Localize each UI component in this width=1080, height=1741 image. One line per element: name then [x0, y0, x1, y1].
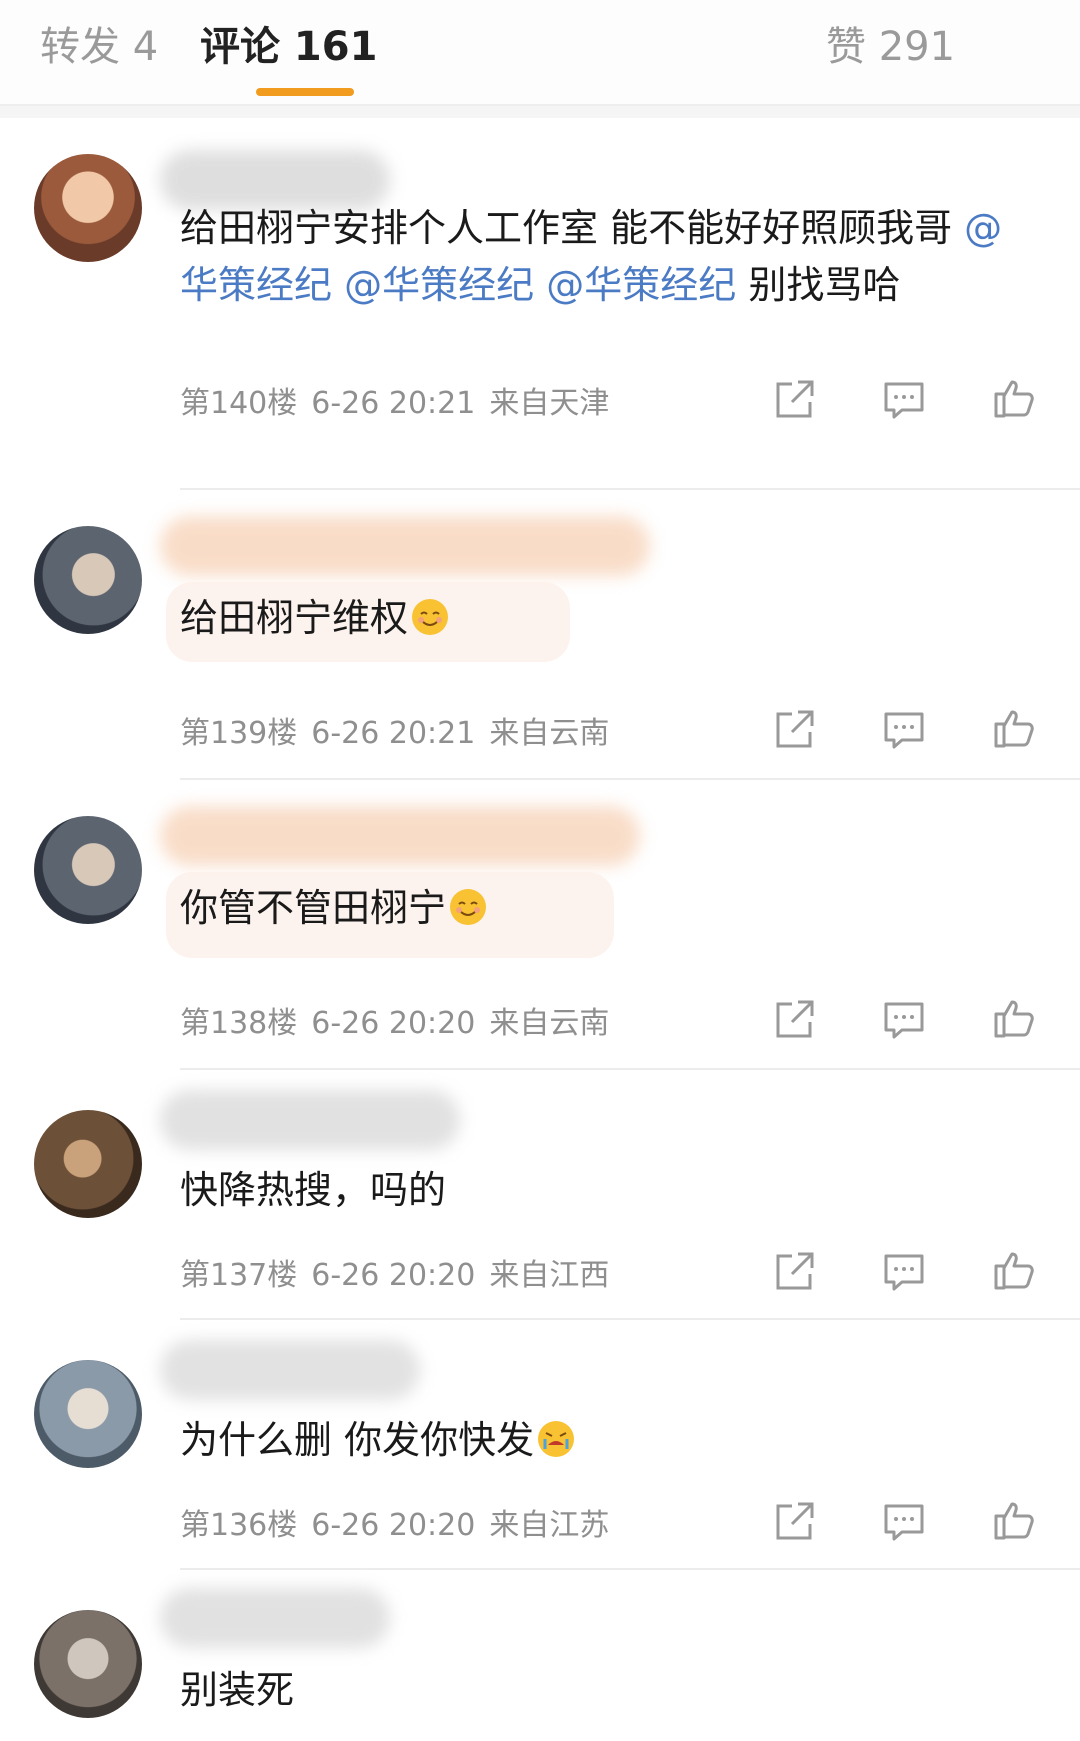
comment-meta: 第138楼 6-26 20:20 来自云南 — [180, 998, 623, 1042]
comment-text: 你管不管田栩宁 — [180, 880, 1040, 937]
avatar[interactable] — [34, 1110, 142, 1218]
smiling-face-emoji — [450, 889, 487, 925]
comment-text: 快降热搜，吗的 — [180, 1168, 447, 1212]
comment-tabs-bar: 转发 4 评论 161 赞 291 — [0, 0, 1080, 106]
location: 来自云南 — [489, 716, 610, 751]
location: 来自江苏 — [489, 1508, 610, 1543]
comment-text: 别装死 — [180, 1668, 295, 1712]
comment-meta: 第136楼 6-26 20:20 来自江苏 — [180, 1500, 623, 1544]
avatar[interactable] — [34, 1610, 142, 1718]
like-icon[interactable] — [990, 1496, 1038, 1544]
tab-comments[interactable]: 评论 161 — [200, 14, 377, 72]
share-icon[interactable] — [770, 1498, 818, 1546]
smiling-face-emoji — [412, 599, 449, 635]
location: 来自江西 — [489, 1258, 610, 1293]
reply-icon[interactable] — [880, 1498, 928, 1546]
floor-number: 第139楼 — [180, 716, 298, 751]
tab-likes[interactable]: 赞 291 — [826, 14, 955, 72]
timestamp: 6-26 20:21 — [311, 386, 476, 421]
crying-face-emoji — [538, 1421, 575, 1457]
comment-meta: 第139楼 6-26 20:21 来自云南 — [180, 708, 623, 752]
reply-icon[interactable] — [880, 1248, 928, 1296]
divider — [180, 488, 1080, 490]
share-icon[interactable] — [770, 706, 818, 754]
username-blurred[interactable] — [160, 1090, 460, 1150]
timestamp: 6-26 20:20 — [311, 1508, 476, 1543]
username-blurred[interactable] — [160, 1340, 420, 1400]
comment-meta: 第137楼 6-26 20:20 来自江西 — [180, 1250, 623, 1294]
comment-meta: 第140楼 6-26 20:21 来自天津 — [180, 378, 623, 422]
avatar[interactable] — [34, 1360, 142, 1468]
active-tab-indicator — [256, 88, 354, 96]
mention-link[interactable]: @华策经纪 — [344, 263, 534, 307]
share-icon[interactable] — [770, 1248, 818, 1296]
share-icon[interactable] — [770, 376, 818, 424]
comment-text: 给田栩宁维权 — [180, 590, 1040, 647]
username-blurred[interactable] — [160, 1588, 390, 1648]
reply-icon[interactable] — [880, 706, 928, 754]
username-blurred[interactable] — [160, 806, 640, 866]
divider — [180, 1318, 1080, 1320]
location: 来自云南 — [489, 1006, 610, 1041]
divider — [180, 778, 1080, 780]
like-icon[interactable] — [990, 374, 1038, 422]
avatar[interactable] — [34, 526, 142, 634]
tab-repost[interactable]: 转发 4 — [40, 14, 158, 72]
username-blurred[interactable] — [160, 516, 650, 576]
avatar[interactable] — [34, 154, 142, 262]
floor-number: 第140楼 — [180, 386, 298, 421]
section-gap — [0, 106, 1080, 118]
comment-text: 为什么删 你发你快发 — [180, 1412, 1040, 1469]
reply-icon[interactable] — [880, 376, 928, 424]
floor-number: 第138楼 — [180, 1006, 298, 1041]
mention-link[interactable]: @华策经纪 — [546, 263, 736, 307]
comment-text: 给田栩宁安排个人工作室 能不能好好照顾我哥 @华策经纪 @华策经纪 @华策经纪 … — [180, 206, 1003, 307]
floor-number: 第136楼 — [180, 1508, 298, 1543]
like-icon[interactable] — [990, 994, 1038, 1042]
divider — [180, 1568, 1080, 1570]
share-icon[interactable] — [770, 996, 818, 1044]
location: 来自天津 — [489, 386, 610, 421]
like-icon[interactable] — [990, 704, 1038, 752]
floor-number: 第137楼 — [180, 1258, 298, 1293]
timestamp: 6-26 20:21 — [311, 716, 476, 751]
timestamp: 6-26 20:20 — [311, 1006, 476, 1041]
timestamp: 6-26 20:20 — [311, 1258, 476, 1293]
reply-icon[interactable] — [880, 996, 928, 1044]
like-icon[interactable] — [990, 1246, 1038, 1294]
divider — [180, 1068, 1080, 1070]
avatar[interactable] — [34, 816, 142, 924]
